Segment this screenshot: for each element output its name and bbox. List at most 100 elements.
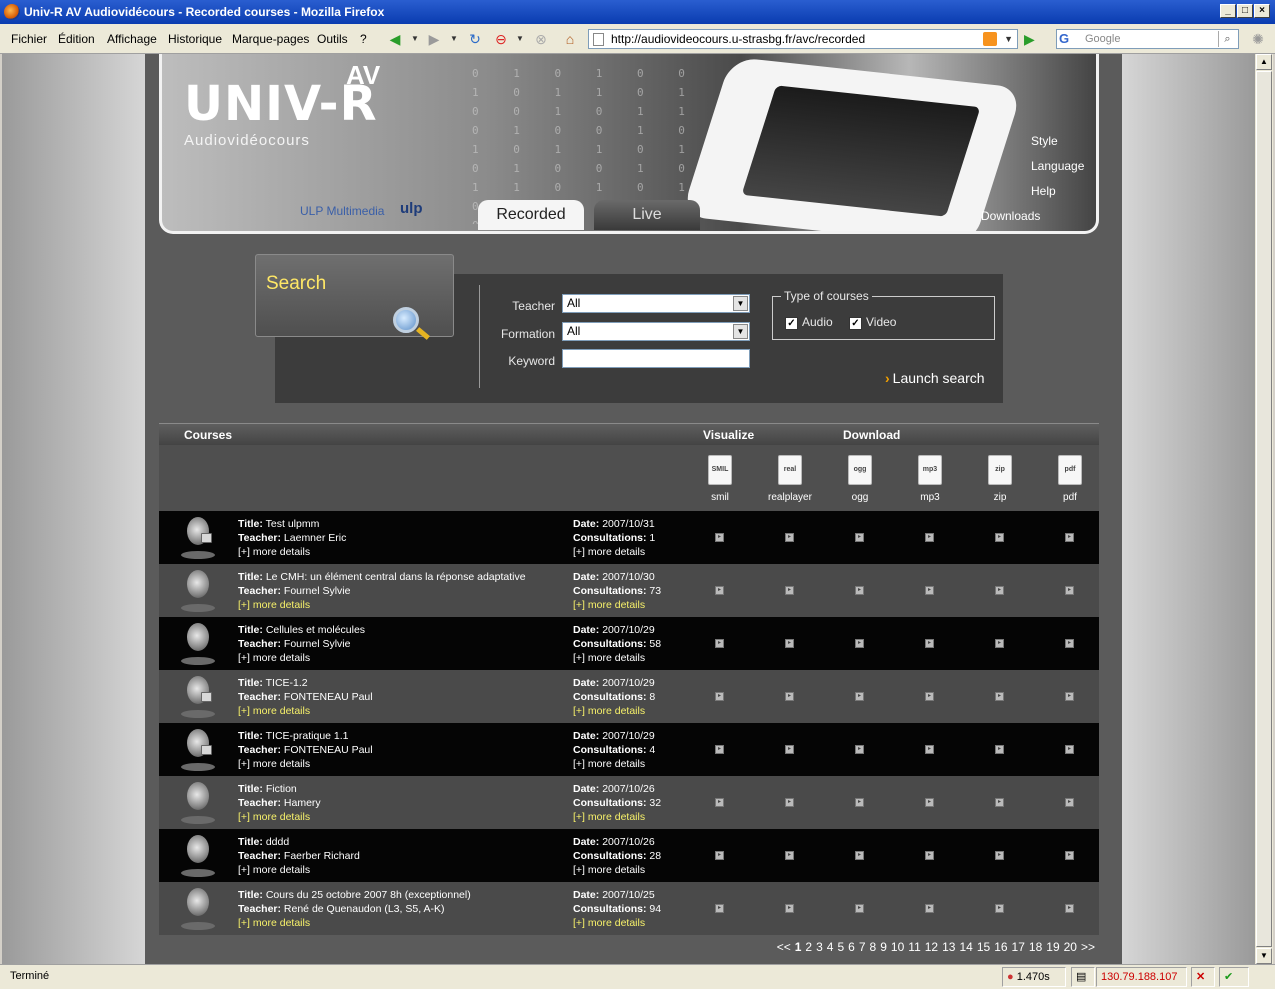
more-details-link[interactable]: [+] more details xyxy=(238,704,373,718)
realplayer-download-button[interactable]: ▸ xyxy=(785,586,794,595)
pdf-download-button[interactable]: ▸ xyxy=(1065,745,1074,754)
google-search-box[interactable]: G Google ⌕ xyxy=(1056,29,1239,49)
pager-page-6[interactable]: 6 xyxy=(848,940,855,954)
pager-page-16[interactable]: 16 xyxy=(994,940,1007,954)
pager-page-7[interactable]: 7 xyxy=(859,940,866,954)
pager-page-17[interactable]: 17 xyxy=(1012,940,1025,954)
more-details-link[interactable]: [+] more details xyxy=(573,863,661,877)
pager-page-8[interactable]: 8 xyxy=(870,940,877,954)
more-details-link[interactable]: [+] more details xyxy=(238,598,526,612)
pager-page-15[interactable]: 15 xyxy=(977,940,990,954)
chevron-down-icon[interactable]: ▼ xyxy=(733,296,748,311)
pager-page-20[interactable]: 20 xyxy=(1064,940,1077,954)
pager-page-1[interactable]: 1 xyxy=(795,940,802,954)
ogg-download-button[interactable]: ▸ xyxy=(855,745,864,754)
keyword-input[interactable] xyxy=(562,349,750,368)
more-details-link[interactable]: [+] more details xyxy=(573,598,661,612)
search-icon[interactable]: ⌕ xyxy=(1218,31,1236,47)
zip-download-button[interactable]: ▸ xyxy=(995,851,1004,860)
reload-icon[interactable]: ↻ xyxy=(466,30,484,48)
home-icon[interactable]: ⌂ xyxy=(561,30,579,48)
tab-live[interactable]: Live xyxy=(594,200,700,230)
stop-icon[interactable]: ⊖ xyxy=(492,30,510,48)
stop-dropdown-icon[interactable]: ▼ xyxy=(511,30,529,48)
more-details-link[interactable]: [+] more details xyxy=(238,545,346,559)
pager-page-14[interactable]: 14 xyxy=(959,940,972,954)
more-details-link[interactable]: [+] more details xyxy=(573,651,661,665)
formation-select[interactable]: All ▼ xyxy=(562,322,750,341)
mp3-download-button[interactable]: ▸ xyxy=(925,586,934,595)
smil-download-button[interactable]: ▸ xyxy=(715,851,724,860)
zip-download-button[interactable]: ▸ xyxy=(995,745,1004,754)
pdf-download-button[interactable]: ▸ xyxy=(1065,586,1074,595)
menu-affichage[interactable]: Affichage xyxy=(107,32,157,46)
more-details-link[interactable]: [+] more details xyxy=(573,810,661,824)
ogg-download-button[interactable]: ▸ xyxy=(855,533,864,542)
realplayer-download-button[interactable]: ▸ xyxy=(785,851,794,860)
smil-download-button[interactable]: ▸ xyxy=(715,586,724,595)
realplayer-download-button[interactable]: ▸ xyxy=(785,639,794,648)
ogg-download-button[interactable]: ▸ xyxy=(855,639,864,648)
ogg-download-button[interactable]: ▸ xyxy=(855,586,864,595)
mp3-download-button[interactable]: ▸ xyxy=(925,851,934,860)
mp3-download-button[interactable]: ▸ xyxy=(925,745,934,754)
smil-download-button[interactable]: ▸ xyxy=(715,745,724,754)
zip-download-button[interactable]: ▸ xyxy=(995,692,1004,701)
zip-download-button[interactable]: ▸ xyxy=(995,904,1004,913)
pager-page-13[interactable]: 13 xyxy=(942,940,955,954)
link-style[interactable]: Style xyxy=(1031,134,1058,148)
teacher-select[interactable]: All ▼ xyxy=(562,294,750,313)
pdf-download-button[interactable]: ▸ xyxy=(1065,533,1074,542)
pager-page-18[interactable]: 18 xyxy=(1029,940,1042,954)
more-details-link[interactable]: [+] more details xyxy=(573,704,655,718)
tab-recorded[interactable]: Recorded xyxy=(478,200,584,230)
pdf-download-button[interactable]: ▸ xyxy=(1065,692,1074,701)
rss-icon[interactable] xyxy=(983,32,997,46)
ogg-download-button[interactable]: ▸ xyxy=(855,798,864,807)
menu-marque-pages[interactable]: Marque-pages xyxy=(232,32,309,46)
back-dropdown-icon[interactable]: ▼ xyxy=(406,30,424,48)
pager-page-3[interactable]: 3 xyxy=(816,940,823,954)
realplayer-download-button[interactable]: ▸ xyxy=(785,533,794,542)
more-details-link[interactable]: [+] more details xyxy=(238,757,373,771)
menu-edition[interactable]: Édition xyxy=(58,32,95,46)
mp3-download-button[interactable]: ▸ xyxy=(925,798,934,807)
pager-page-5[interactable]: 5 xyxy=(837,940,844,954)
forward-icon[interactable]: ▶ xyxy=(425,30,443,48)
scroll-down-button[interactable]: ▼ xyxy=(1256,948,1272,964)
more-details-link[interactable]: [+] more details xyxy=(573,916,661,930)
smil-download-button[interactable]: ▸ xyxy=(715,692,724,701)
page-info-icon[interactable]: ▤ xyxy=(1071,967,1095,987)
more-details-link[interactable]: [+] more details xyxy=(238,810,321,824)
more-details-link[interactable]: [+] more details xyxy=(238,651,365,665)
launch-search-button[interactable]: › Launch search xyxy=(885,370,985,386)
link-language[interactable]: Language xyxy=(1031,159,1084,173)
google-icon[interactable]: G xyxy=(1059,31,1073,47)
pdf-download-button[interactable]: ▸ xyxy=(1065,904,1074,913)
pdf-download-button[interactable]: ▸ xyxy=(1065,639,1074,648)
link-help[interactable]: Help xyxy=(1031,184,1056,198)
block-icon[interactable]: ✕ xyxy=(1191,967,1215,987)
realplayer-download-button[interactable]: ▸ xyxy=(785,745,794,754)
zip-download-button[interactable]: ▸ xyxy=(995,798,1004,807)
more-details-link[interactable]: [+] more details xyxy=(238,916,471,930)
realplayer-download-button[interactable]: ▸ xyxy=(785,798,794,807)
go-icon[interactable]: ▶ xyxy=(1024,31,1040,47)
menu-help[interactable]: ? xyxy=(360,32,367,46)
realplayer-download-button[interactable]: ▸ xyxy=(785,692,794,701)
more-details-link[interactable]: [+] more details xyxy=(573,757,655,771)
ulp-logo[interactable]: ulp xyxy=(400,200,423,217)
audio-checkbox[interactable]: ✓ xyxy=(785,317,798,330)
minimize-button[interactable]: _ xyxy=(1220,4,1236,18)
mp3-download-button[interactable]: ▸ xyxy=(925,692,934,701)
pager-page-4[interactable]: 4 xyxy=(827,940,834,954)
close-button[interactable]: × xyxy=(1254,4,1270,18)
video-checkbox[interactable]: ✓ xyxy=(849,317,862,330)
back-icon[interactable]: ◀ xyxy=(386,30,404,48)
chevron-down-icon[interactable]: ▼ xyxy=(733,324,748,339)
forward-dropdown-icon[interactable]: ▼ xyxy=(445,30,463,48)
zip-download-button[interactable]: ▸ xyxy=(995,586,1004,595)
realplayer-download-button[interactable]: ▸ xyxy=(785,904,794,913)
more-details-link[interactable]: [+] more details xyxy=(238,863,360,877)
maximize-button[interactable]: □ xyxy=(1237,4,1253,18)
